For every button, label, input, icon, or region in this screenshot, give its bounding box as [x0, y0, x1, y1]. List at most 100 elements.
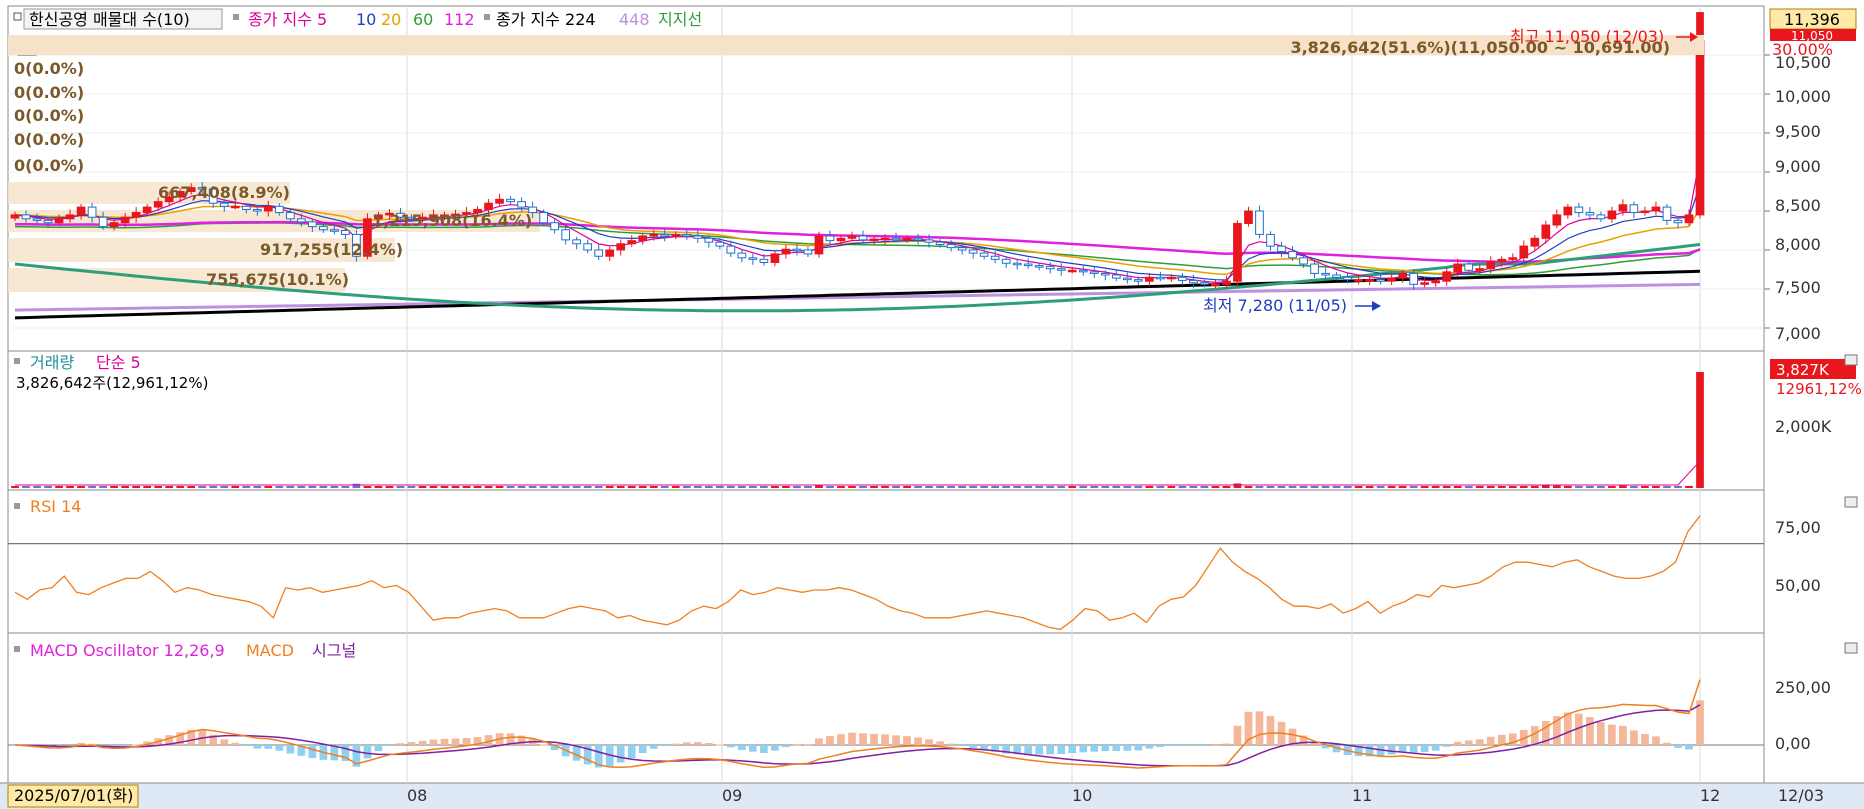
volume-bar [1696, 372, 1704, 488]
volume-close-icon[interactable] [1844, 354, 1858, 366]
candle-body [1056, 268, 1066, 271]
macd-osc-bar [275, 745, 284, 751]
volume-bar [506, 486, 515, 488]
candle-body [1387, 277, 1396, 282]
x-axis-bar [0, 783, 1864, 809]
candle-body [65, 214, 75, 220]
volume-badge-text: 3,827K [1776, 361, 1830, 379]
candle-body [1585, 212, 1595, 216]
volume-bar [22, 486, 30, 488]
candle-body [638, 235, 648, 242]
volume-bar [1442, 486, 1451, 488]
volume-bar [749, 486, 757, 488]
candle-body [230, 205, 240, 209]
macd-osc-bar [760, 745, 768, 753]
volume-bar [925, 486, 933, 488]
volume-bar [892, 486, 900, 488]
macd-osc-bar [1310, 743, 1319, 745]
candle-body [1178, 276, 1187, 281]
macd-osc-bar [649, 745, 658, 749]
volume-bar [848, 486, 856, 488]
candle-body [1420, 282, 1430, 285]
macd-osc-bar [826, 736, 834, 745]
rsi-pane[interactable] [7, 489, 1765, 634]
candle-body [1144, 276, 1154, 282]
candle-body [748, 257, 758, 260]
rsi-close-icon[interactable] [1844, 496, 1858, 508]
volume-bar [1409, 486, 1418, 488]
volume-bar [528, 486, 537, 488]
price-pane[interactable] [7, 5, 1765, 352]
candle-body [1541, 224, 1551, 239]
candle-body [330, 229, 339, 232]
macd-osc-bar [837, 734, 845, 745]
macd-osc-bar [1035, 745, 1044, 755]
macd-close-icon[interactable] [1844, 642, 1858, 654]
price-ytick-5: 8,000 [1775, 235, 1821, 254]
macd-osc-bar [704, 742, 713, 745]
chart-canvas[interactable]: 한신공영 매물대 수(10) 종가 지수 5 10 20 60 112 종가 지… [0, 0, 1864, 809]
macd-osc-bar [1597, 722, 1605, 745]
volume-bar [55, 486, 63, 488]
candle-body [902, 237, 912, 241]
candle-body [506, 198, 515, 203]
volume-bar [176, 486, 185, 488]
rsi-legend-bullet-icon[interactable] [14, 503, 20, 509]
macd-osc-bar [1619, 725, 1627, 745]
volume-bar [1354, 486, 1363, 488]
volume-bar [33, 486, 41, 488]
x-start-label: 2025/07/01(화) [14, 786, 133, 805]
macd-osc-bar [969, 745, 977, 748]
volume-title: 거래량 [30, 353, 74, 372]
legend-item-3: 20 [381, 10, 401, 29]
candle-body [131, 212, 141, 218]
volume-pane[interactable] [7, 350, 1765, 491]
candle-body [737, 252, 747, 259]
volume-bar [1608, 486, 1616, 488]
candle-body [1618, 204, 1628, 212]
macd-osc-bar [1068, 745, 1077, 754]
macd-osc-bar [1409, 745, 1418, 753]
macd-osc-bar [782, 745, 790, 748]
volume-ma-label: 단순 5 [96, 353, 141, 372]
volume-bar [958, 486, 966, 488]
candle-body [1409, 272, 1419, 285]
volume-bar [682, 486, 691, 488]
legend-item-6: 종가 지수 224 [496, 10, 596, 29]
candle-body [1486, 261, 1496, 270]
candle-body [76, 206, 86, 216]
volume-bar [870, 486, 878, 488]
legend-item-2: 10 [356, 10, 376, 29]
volume-bar [495, 486, 504, 488]
candle-body [1431, 280, 1441, 284]
volume-bar [11, 486, 19, 488]
volume-bar [572, 486, 581, 488]
macd-osc-bar [308, 745, 317, 759]
volume-bar [1641, 486, 1649, 488]
macd-osc-bar [793, 744, 801, 746]
macd-osc-bar [396, 743, 405, 745]
volume-legend-bullet-icon[interactable] [14, 358, 20, 364]
candle-body [847, 235, 857, 239]
legend-item-0: 한신공영 매물대 수(10) [29, 10, 190, 29]
current-price: 11,396 [1784, 10, 1840, 29]
volume-bar [1244, 486, 1253, 488]
macd-legend-bullet-icon[interactable] [14, 646, 20, 652]
macd-osc-bar [286, 745, 295, 754]
candle-body [1497, 258, 1507, 263]
volume-bar [859, 486, 867, 488]
volume-bar [1167, 486, 1176, 488]
volume-bar [352, 483, 361, 488]
volume-bar [550, 486, 559, 488]
candle-body [561, 229, 571, 241]
rsi-ytick-0: 75,00 [1775, 518, 1821, 537]
candle-body [142, 206, 152, 214]
candle-body [1288, 251, 1297, 259]
volume-bar [220, 486, 229, 488]
macd-osc-bar [925, 739, 933, 745]
volume-bar [77, 486, 85, 488]
candle-body [1001, 258, 1011, 264]
band-label-0: 667,408(8.9%) [158, 183, 290, 202]
volume-bar [1002, 486, 1011, 488]
candle-body [924, 239, 934, 243]
